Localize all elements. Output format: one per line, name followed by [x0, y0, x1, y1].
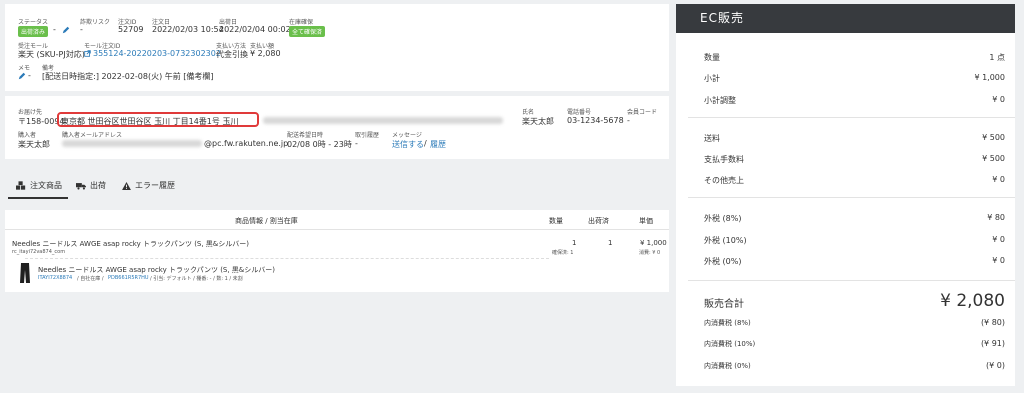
items-table-card: 商品情報 / 割当在庫 数量 出荷済 単価 Needles ニードルス AWGE… [5, 210, 669, 292]
order-id-value: 52709 [118, 25, 144, 34]
member-label: 会員コード [627, 109, 658, 116]
phone-label: 電話番号 [567, 109, 592, 116]
risk-label: 詐欺リスク [80, 19, 111, 26]
email-domain: @pc.fw.rakuten.ne.jp [204, 139, 289, 148]
name-label: 氏名 [522, 109, 535, 116]
phone-value: 03-1234-5678 [567, 116, 624, 125]
external-link-icon [84, 50, 91, 57]
mall-value: 楽天 (SKU-PJ対応) [18, 50, 85, 59]
address-label: お届け先 [18, 109, 43, 116]
tab-shipping[interactable]: 出荷 [76, 180, 106, 191]
col-shipped-header: 出荷済 [588, 217, 609, 225]
history-value: - [355, 139, 358, 148]
total-value: ¥ 2,080 [940, 291, 1005, 311]
order-info-card: ステータス 出荷済み - 詐欺リスク - 注文ID 52709 注文日 2022… [5, 4, 669, 91]
ship-date-value: 2022/02/04 00:02 [219, 25, 291, 34]
email-redacted [62, 140, 202, 147]
tab-active-underline [8, 197, 68, 199]
total-label: 販売合計 [704, 299, 744, 310]
sub-product-name: Needles ニードルス AWGE asap rocky トラックパンツ (S… [38, 266, 276, 274]
name-value: 楽天太郎 [522, 117, 554, 126]
sub-sku-link[interactable]: ITAYI72X8874 [38, 275, 72, 281]
product-shipped: 1 [608, 239, 613, 247]
buyer-value: 楽天太郎 [18, 140, 50, 149]
order-date-value: 2022/02/03 10:54 [152, 25, 224, 34]
history-label: 取引履歴 [355, 132, 380, 139]
product-name: Needles ニードルス AWGE asap rocky トラックパンツ (S… [12, 240, 250, 248]
table-row: Needles ニードルス AWGE asap rocky トラックパンツ (S… [5, 231, 669, 292]
summary-divider [688, 280, 1015, 281]
product-price: ¥ 1,000 [640, 239, 667, 247]
status-badge: 出荷済み [18, 26, 49, 37]
stock-badge: 全て確保済 [289, 26, 326, 37]
message-separator: / [424, 139, 427, 148]
product-code: rc_itayi72va874_com [12, 249, 66, 255]
address-redacted [263, 117, 503, 124]
summary-divider [688, 197, 1015, 198]
pants-thumbnail-image [20, 263, 30, 283]
delivery-value: 02/08 0時 - 23時 [287, 140, 352, 149]
sub-detail: / 引当: デフォルト / 棚番: - / 数: 1 / 未割 [150, 276, 243, 282]
truck-icon [76, 182, 86, 190]
col-product-header: 商品情報 / 割当在庫 [235, 217, 298, 225]
summary-row-total: 販売合計 ¥ 2,080 [704, 291, 1005, 311]
boxes-icon [16, 181, 26, 190]
edit-memo-pencil-icon[interactable] [18, 72, 26, 80]
amount-value: ¥ 2,080 [250, 49, 281, 58]
tab-order-items[interactable]: 注文商品 [16, 180, 62, 191]
product-tax: 消費: ¥ 0 [639, 250, 661, 256]
note-value: [配送日時指定:] 2022-02-08(火) 午前 [備考欄] [42, 72, 214, 81]
sub-barcode-link[interactable]: PDB661R5R7HU [108, 275, 149, 281]
stock-label: 在庫確保 [289, 19, 314, 26]
summary-divider [688, 117, 1015, 118]
product-qty: 1 [572, 239, 577, 247]
buyer-label: 購入者 [18, 132, 37, 139]
col-price-header: 単価 [639, 217, 653, 225]
tab-order-items-label: 注文商品 [30, 181, 62, 190]
message-history-link[interactable]: 履歴 [430, 139, 446, 150]
email-label: 購入者メールアドレス [62, 132, 123, 139]
shipping-info-card: お届け先 〒158-0094 東京都 世田谷区世田谷区 玉川 丁目14番1号 玉… [5, 96, 669, 159]
summary-title: EC販売 [676, 4, 1015, 33]
table-header: 商品情報 / 割当在庫 数量 出荷済 単価 [5, 210, 669, 230]
payment-value: 代金引換 [216, 50, 248, 59]
memo-value: - [28, 71, 31, 80]
summary-card [676, 4, 1015, 386]
member-value: - [627, 116, 630, 125]
sub-sep: / 自社在庫 / [77, 276, 104, 282]
status-suffix: - [53, 25, 56, 34]
status-label: ステータス [18, 19, 49, 26]
mall-order-link[interactable]: 355124-20220203-0732302302 [93, 49, 221, 58]
address-value: 東京都 世田谷区世田谷区 玉川 丁目14番1号 玉川 [61, 117, 239, 126]
delivery-label: 配送希望日時 [287, 132, 324, 139]
message-send-link[interactable]: 送信する [392, 139, 424, 150]
tab-error-history-label: エラー履歴 [135, 181, 175, 190]
tab-error-history[interactable]: エラー履歴 [122, 180, 175, 191]
message-label: メッセージ [392, 132, 422, 139]
product-qty-reserved: 確保済: 1 [552, 250, 574, 256]
sub-row-divider [25, 258, 549, 259]
col-qty-header: 数量 [549, 217, 563, 225]
edit-status-pencil-icon[interactable] [62, 26, 70, 34]
warning-icon [122, 181, 131, 190]
tab-shipping-label: 出荷 [90, 181, 106, 190]
risk-value: - [80, 25, 83, 34]
